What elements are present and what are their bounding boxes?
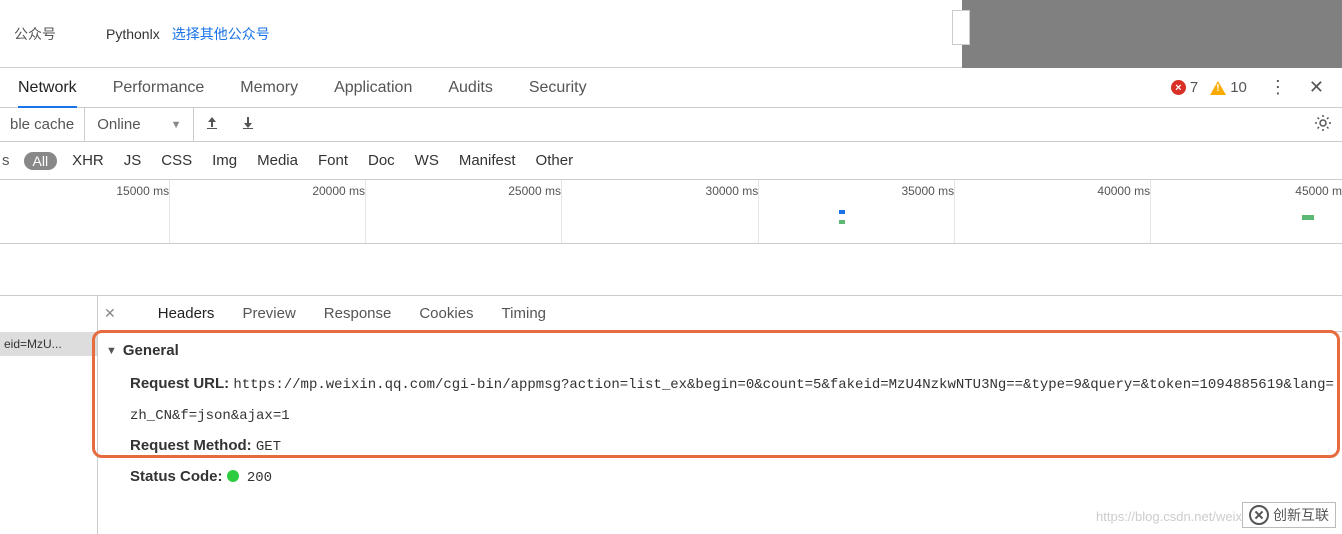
detail-tab-response[interactable]: Response [324, 296, 392, 332]
field-label: Status Code: [130, 468, 223, 485]
filter-manifest[interactable]: Manifest [454, 152, 521, 169]
filter-css[interactable]: CSS [156, 152, 197, 169]
filter-prefix: s [2, 152, 10, 169]
detail-tabs: ✕ Headers Preview Response Cookies Timin… [98, 296, 1342, 332]
filter-doc[interactable]: Doc [363, 152, 400, 169]
timeline-label: 40000 ms [1097, 184, 1150, 198]
filter-img[interactable]: Img [207, 152, 242, 169]
request-detail: ✕ Headers Preview Response Cookies Timin… [98, 296, 1342, 534]
timeline[interactable]: 15000 ms 20000 ms 25000 ms 30000 ms 3500… [0, 180, 1342, 244]
warning-count: 10 [1230, 79, 1247, 96]
filter-ws[interactable]: WS [410, 152, 444, 169]
watermark: 创新互联 [1242, 502, 1336, 528]
detail-body: ▼ General Request URL: https://mp.weixin… [98, 332, 1342, 534]
detail-tab-headers[interactable]: Headers [158, 296, 215, 332]
timeline-label: 35000 ms [901, 184, 954, 198]
watermark-url: https://blog.csdn.net/weix [1096, 509, 1242, 524]
error-icon: × [1171, 80, 1186, 95]
filter-row: s All XHR JS CSS Img Media Font Doc WS M… [0, 142, 1342, 180]
gray-panel [962, 0, 1342, 68]
timeline-label: 30000 ms [706, 184, 759, 198]
filter-font[interactable]: Font [313, 152, 353, 169]
filter-other[interactable]: Other [531, 152, 579, 169]
upload-icon[interactable] [194, 115, 230, 135]
warning-badge[interactable]: 10 [1202, 79, 1247, 96]
caret-down-icon: ▼ [106, 345, 117, 357]
status-dot-icon [227, 470, 239, 482]
timeline-marker [1302, 215, 1314, 220]
status-icons: × 7 10 [1171, 79, 1247, 96]
tab-audits[interactable]: Audits [448, 68, 492, 108]
detail-tab-timing[interactable]: Timing [502, 296, 546, 332]
timeline-marker [839, 210, 845, 214]
field-value: https://mp.weixin.qq.com/cgi-bin/appmsg?… [130, 377, 1334, 424]
error-badge[interactable]: × 7 [1171, 79, 1198, 96]
detail-tab-cookies[interactable]: Cookies [419, 296, 473, 332]
chevron-down-icon: ▼ [171, 119, 182, 131]
error-count: 7 [1190, 79, 1198, 96]
devtools-tabs: Network Performance Memory Application A… [0, 68, 1342, 108]
brand-icon [1249, 505, 1269, 525]
detail-tab-preview[interactable]: Preview [242, 296, 295, 332]
field-value: GET [256, 439, 281, 455]
filter-all[interactable]: All [24, 152, 58, 170]
timeline-label: 25000 ms [508, 184, 561, 198]
kebab-menu-icon[interactable]: ⋮ [1269, 77, 1287, 98]
account-type-label: 公众号 [14, 24, 56, 44]
close-detail-icon[interactable]: ✕ [104, 305, 116, 322]
tab-network[interactable]: Network [18, 68, 77, 108]
tab-performance[interactable]: Performance [113, 68, 205, 108]
timeline-marker [839, 220, 845, 224]
network-toolbar: ble cache Online ▼ [0, 108, 1342, 142]
throttle-select[interactable]: Online ▼ [85, 108, 194, 141]
field-status-code: Status Code: 200 [106, 462, 1334, 493]
filter-xhr[interactable]: XHR [67, 152, 109, 169]
field-value: 200 [247, 470, 272, 486]
close-icon[interactable]: ✕ [1309, 77, 1324, 98]
tab-memory[interactable]: Memory [240, 68, 298, 108]
timeline-label: 20000 ms [312, 184, 365, 198]
gray-panel-inner [952, 10, 970, 45]
request-list-area [0, 244, 1342, 296]
gear-icon[interactable] [1304, 114, 1342, 136]
tab-application[interactable]: Application [334, 68, 412, 108]
detail-split: eid=MzU... ✕ Headers Preview Response Co… [0, 296, 1342, 534]
disable-cache-label[interactable]: ble cache [0, 108, 85, 141]
timeline-label: 45000 m [1295, 184, 1342, 198]
download-icon[interactable] [230, 115, 266, 135]
switch-account-link[interactable]: 选择其他公众号 [172, 24, 270, 44]
tab-security[interactable]: Security [529, 68, 587, 108]
section-general[interactable]: ▼ General [106, 342, 1334, 359]
warning-icon [1210, 81, 1226, 95]
filter-media[interactable]: Media [252, 152, 303, 169]
section-title: General [123, 342, 179, 359]
list-item[interactable]: eid=MzU... [0, 332, 97, 356]
account-name: Pythonlx [106, 26, 160, 42]
filter-js[interactable]: JS [119, 152, 147, 169]
field-label: Request URL: [130, 375, 229, 392]
request-list: eid=MzU... [0, 296, 98, 534]
throttle-value: Online [97, 116, 140, 133]
brand-text: 创新互联 [1273, 505, 1329, 525]
field-request-method: Request Method: GET [106, 431, 1334, 462]
timeline-label: 15000 ms [116, 184, 169, 198]
field-request-url: Request URL: https://mp.weixin.qq.com/cg… [106, 369, 1334, 431]
field-label: Request Method: [130, 437, 252, 454]
